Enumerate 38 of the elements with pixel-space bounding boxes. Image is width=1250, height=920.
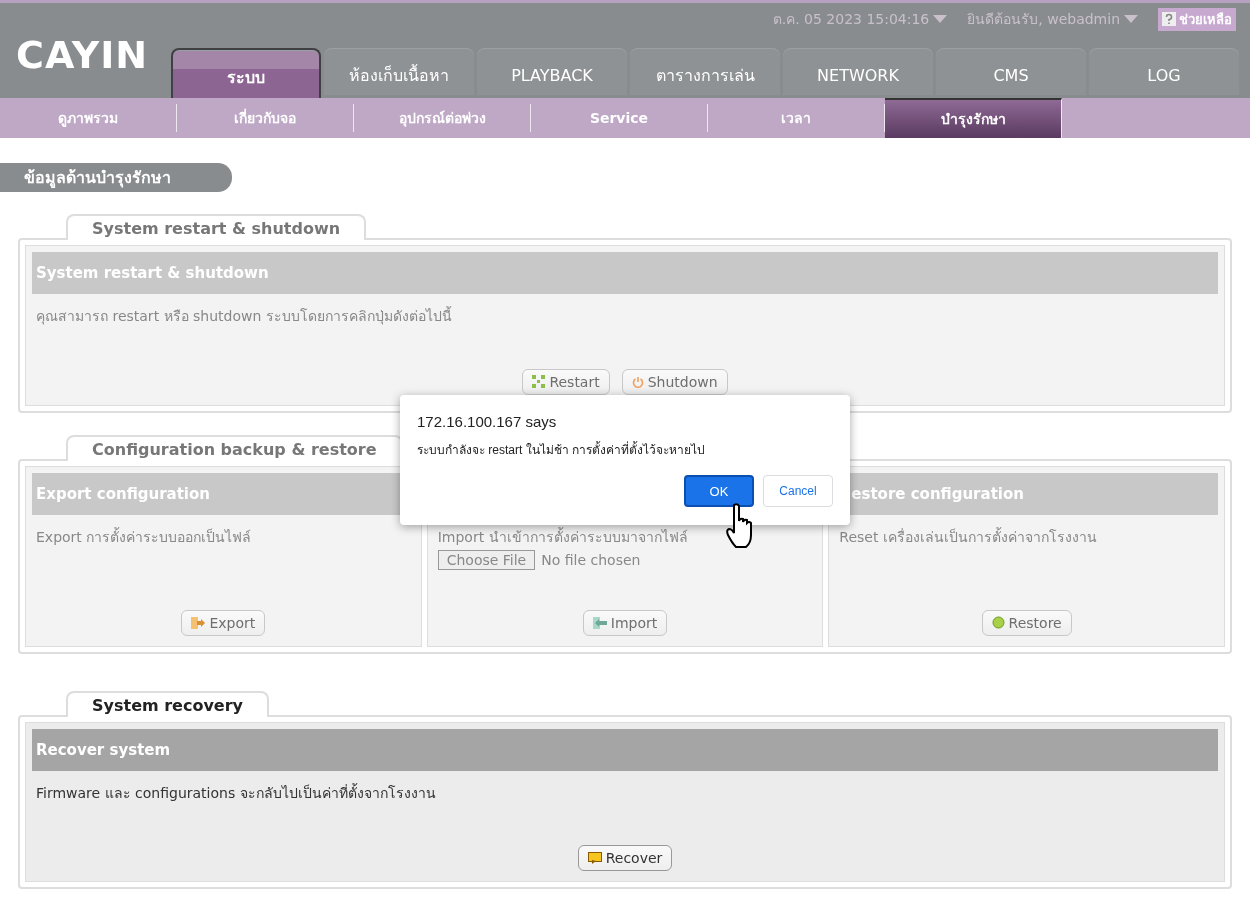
nav-tab[interactable]: PLAYBACK bbox=[477, 48, 627, 95]
help-link[interactable]: ช่วยเหลือ bbox=[1158, 7, 1236, 31]
panel-header: Recover system bbox=[32, 728, 1218, 771]
panel-description: Firmware และ configurations จะกลับไปเป็นค่าที่ตั้งจากโรงงาน bbox=[35, 782, 437, 803]
dialog-message: ระบบกำลังจะ restart ในไม่ช้า การตั้งค่าที่ตั้งไว้จะหายไป bbox=[417, 440, 706, 459]
sub-tab[interactable]: ดูภาพรวม bbox=[0, 104, 177, 132]
sub-tab[interactable]: อุปกรณ์ต่อพ่วง bbox=[354, 104, 531, 132]
dialog-button[interactable]: OK bbox=[684, 475, 754, 507]
datetime-dropdown[interactable]: ต.ค. 05 2023 15:04:16 bbox=[772, 8, 948, 30]
question-icon bbox=[1162, 12, 1176, 26]
nav-tab[interactable]: ระบบ bbox=[171, 48, 321, 98]
nav-tab[interactable]: LOG bbox=[1089, 48, 1239, 95]
page-title: ข้อมูลด้านบำรุงรักษา bbox=[0, 163, 232, 192]
logo: CAYIN bbox=[15, 32, 150, 77]
restart-icon bbox=[532, 375, 546, 389]
dialog-title: 172.16.100.167 says bbox=[417, 413, 558, 430]
power-icon bbox=[631, 375, 644, 388]
nav-tab[interactable]: NETWORK bbox=[783, 48, 933, 95]
sub-tab[interactable]: Service bbox=[531, 104, 708, 132]
nav-tab[interactable]: CMS bbox=[936, 48, 1086, 95]
export-icon bbox=[191, 616, 206, 629]
panel-description: คุณสามารถ restart หรือ shutdown ระบบโดยการคลิกปุ่มดังต่อไปนี้ bbox=[35, 305, 453, 327]
sub-tab[interactable]: บำรุงรักษา bbox=[885, 98, 1062, 138]
recover-icon bbox=[587, 851, 602, 865]
action-button[interactable]: Recover bbox=[577, 845, 673, 872]
panel-description: Export การตั้งค่าระบบออกเป็นไฟล์ bbox=[35, 526, 253, 547]
caret-icon bbox=[933, 15, 948, 23]
restore-icon bbox=[991, 616, 1005, 630]
dialog-button[interactable]: Cancel bbox=[763, 475, 833, 507]
user-dropdown[interactable]: ยินดีต้อนรับ, webadmin bbox=[967, 8, 1138, 30]
nav-tab[interactable]: ตารางการเล่น bbox=[630, 48, 780, 95]
nav-tab[interactable]: ห้องเก็บเนื้อหา bbox=[324, 48, 474, 95]
caret-icon bbox=[1124, 15, 1138, 23]
file-status: No file chosen bbox=[541, 551, 641, 568]
panel-description: Import นำเข้าการตั้งค่าระบบมาจากไฟล์ bbox=[436, 526, 689, 547]
panel-description: Reset เครื่องเล่นเป็นการตั้งค่าจากโรงงาน bbox=[838, 526, 1098, 547]
sub-tab[interactable]: เกี่ยวกับจอ bbox=[177, 104, 354, 132]
import-icon bbox=[592, 616, 607, 629]
